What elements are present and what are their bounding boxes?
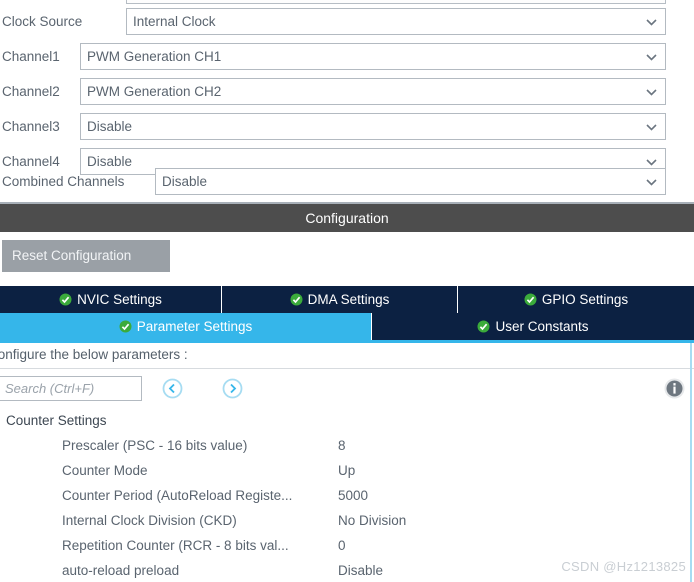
info-icon[interactable] — [663, 377, 686, 400]
channel3-label: Channel3 — [2, 119, 60, 134]
channel2-label: Channel2 — [2, 84, 60, 99]
watermark: CSDN @Hz1213825 — [561, 559, 686, 574]
channel1-value: PWM Generation CH1 — [87, 49, 222, 64]
channel1-row: Channel1 PWM Generation CH1 — [0, 43, 694, 78]
combined-channels-value: Disable — [162, 174, 208, 189]
tab-label: User Constants — [495, 319, 589, 334]
param-name: Prescaler (PSC - 16 bits value) — [62, 438, 248, 453]
reset-configuration-area: Reset Configuration — [0, 232, 694, 286]
param-name: Counter Mode — [62, 463, 148, 478]
param-value[interactable]: Up — [338, 458, 355, 483]
chevron-down-icon — [646, 178, 657, 186]
combined-channels-dropdown[interactable]: Disable — [155, 168, 666, 195]
tab-row-secondary: Parameter Settings User Constants — [0, 313, 694, 340]
combined-channels-label: Combined Channels — [2, 174, 125, 189]
clock-source-value: Internal Clock — [133, 14, 216, 29]
tab-label: NVIC Settings — [77, 292, 162, 307]
tab-label: GPIO Settings — [541, 292, 629, 307]
tab-gpio-settings[interactable]: GPIO Settings — [458, 286, 694, 313]
param-name: auto-reload preload — [62, 563, 180, 578]
reset-configuration-button[interactable]: Reset Configuration — [2, 240, 170, 272]
channel2-dropdown[interactable]: PWM Generation CH2 — [80, 78, 666, 105]
combined-channels-row: Combined Channels Disable — [0, 168, 694, 202]
timer-channel-panel: Clock Source Internal Clock Channel1 PWM… — [0, 0, 694, 202]
chevron-down-icon — [646, 53, 657, 61]
hint-divider — [0, 368, 694, 369]
group-header-counter-settings[interactable]: Counter Settings — [0, 409, 690, 433]
green-check-icon — [59, 288, 72, 306]
table-row[interactable]: Internal Clock Division (CKD) No Divisio… — [0, 508, 690, 533]
pane-right-edge — [690, 343, 692, 582]
channel3-value: Disable — [87, 119, 133, 134]
green-check-icon — [524, 288, 537, 306]
cutoff-dropdown-above — [126, 0, 666, 4]
chevron-down-icon — [646, 88, 657, 96]
channel2-value: PWM Generation CH2 — [87, 84, 222, 99]
configure-hint-text: Configure the below parameters : — [0, 347, 188, 362]
channel3-dropdown[interactable]: Disable — [80, 113, 666, 140]
param-value[interactable]: 5000 — [338, 483, 368, 508]
param-value[interactable]: 8 — [338, 433, 346, 458]
green-check-icon — [290, 288, 303, 306]
tab-user-constants[interactable]: User Constants — [372, 313, 694, 340]
parameter-settings-pane: Configure the below parameters : Counter… — [0, 343, 694, 582]
tab-nvic-settings[interactable]: NVIC Settings — [0, 286, 222, 313]
param-value[interactable]: 0 — [338, 533, 346, 558]
tab-parameter-settings[interactable]: Parameter Settings — [0, 313, 372, 340]
tab-label: Parameter Settings — [136, 319, 253, 334]
circle-right-arrow-icon[interactable] — [222, 378, 243, 399]
param-value[interactable]: No Division — [338, 508, 406, 533]
clock-source-label: Clock Source — [2, 14, 83, 29]
parameter-search-bar — [0, 373, 694, 407]
chevron-down-icon — [646, 158, 657, 166]
parameter-list: Counter Settings Prescaler (PSC - 16 bit… — [0, 409, 690, 582]
green-check-icon — [477, 315, 490, 333]
clock-source-row: Clock Source Internal Clock — [0, 8, 694, 43]
tab-row-primary: NVIC Settings DMA Settings GPIO Settings — [0, 286, 694, 313]
tab-label: DMA Settings — [307, 292, 390, 307]
chevron-down-icon — [646, 123, 657, 131]
green-check-icon — [119, 315, 132, 333]
chevron-down-icon — [646, 18, 657, 26]
table-row[interactable]: Counter Mode Up — [0, 458, 690, 483]
table-row[interactable]: Counter Period (AutoReload Registe... 50… — [0, 483, 690, 508]
channel3-row: Channel3 Disable — [0, 113, 694, 148]
channel2-row: Channel2 PWM Generation CH2 — [0, 78, 694, 113]
param-value[interactable]: Disable — [338, 558, 383, 582]
table-row[interactable]: Repetition Counter (RCR - 8 bits val... … — [0, 533, 690, 558]
circle-left-arrow-icon[interactable] — [162, 378, 183, 399]
search-input[interactable] — [0, 376, 142, 401]
param-name: Repetition Counter (RCR - 8 bits val... — [62, 538, 289, 553]
param-name: Internal Clock Division (CKD) — [62, 513, 237, 528]
channel1-dropdown[interactable]: PWM Generation CH1 — [80, 43, 666, 70]
channel1-label: Channel1 — [2, 49, 60, 64]
clock-source-dropdown[interactable]: Internal Clock — [126, 8, 666, 35]
table-row[interactable]: Prescaler (PSC - 16 bits value) 8 — [0, 433, 690, 458]
configuration-title-bar: Configuration — [0, 202, 694, 232]
tab-dma-settings[interactable]: DMA Settings — [222, 286, 458, 313]
settings-tab-strip: NVIC Settings DMA Settings GPIO Settings… — [0, 286, 694, 340]
param-name: Counter Period (AutoReload Registe... — [62, 488, 293, 503]
